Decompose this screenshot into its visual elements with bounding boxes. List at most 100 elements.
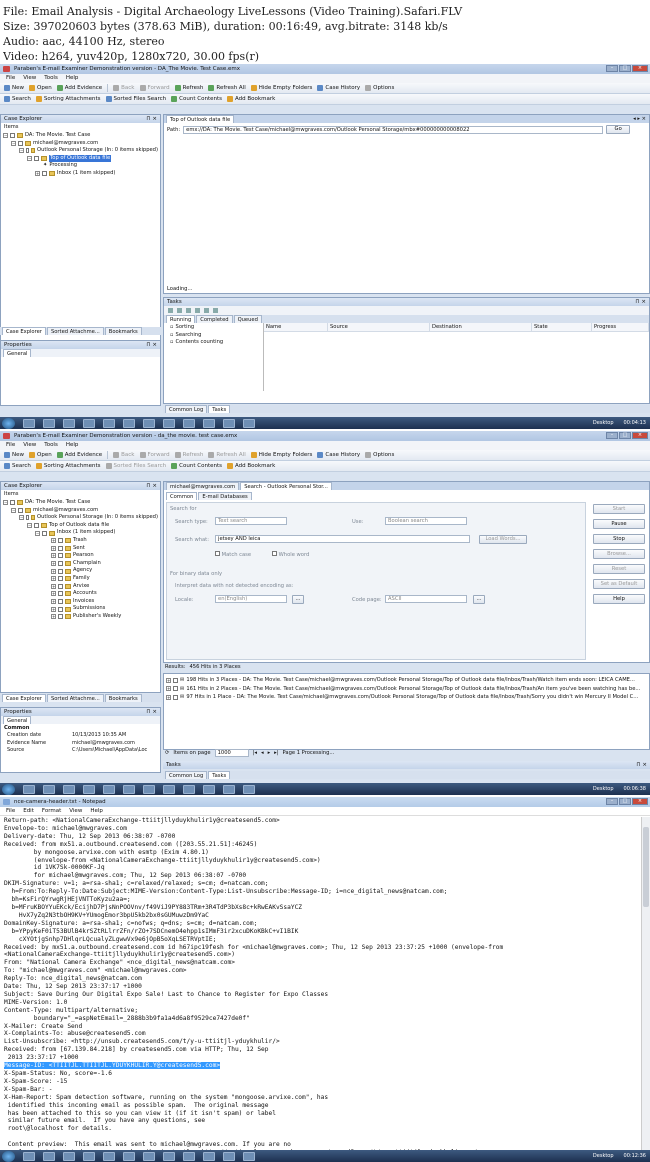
tree-node-inbox[interactable]: + Inbox (1 item skipped) [3,170,158,178]
locale-browse-button[interactable]: ... [292,595,304,604]
minimize-button[interactable]: – [606,65,618,72]
add-bookmark-button[interactable]: Add Bookmark [227,463,275,469]
open-button[interactable]: Open [29,452,52,458]
back-button[interactable]: Back [113,85,135,91]
forward-button[interactable]: Forward [139,452,170,458]
tab-common-log[interactable]: Common Log [165,405,208,413]
tab-bookmarks[interactable]: Bookmarks [104,694,142,702]
browse-button[interactable]: Browse... [593,549,645,559]
search-what-input[interactable]: jetsey AND leica [215,535,470,543]
pause-button[interactable]: Pause [593,519,645,529]
next-page-icon[interactable]: ▸ [268,750,271,756]
tab-sorted-attachments[interactable]: Sorted Attachme... [46,327,104,335]
search-button[interactable]: Search [4,463,31,469]
load-words-button[interactable]: Load Words... [479,535,527,544]
result-row[interactable]: + ✉ 198 Hits in 3 Places - DA: The Movie. … [166,676,647,685]
forward-button[interactable]: Forward [139,85,170,91]
close-button[interactable]: × [632,798,648,805]
add-evidence-button[interactable]: Add Evidence [56,452,102,458]
tab-email-databases[interactable]: E-mail Databases [198,492,252,500]
maximize-button[interactable]: □ [619,65,631,72]
menu-help[interactable]: Help [90,807,103,815]
sorted-files-search-button[interactable]: Sorted Files Search [105,463,166,469]
tab-account[interactable]: michael@mwgraves.com [166,482,240,490]
back-button[interactable]: Back [113,452,135,458]
options-button[interactable]: Options [365,85,394,91]
search-type-select[interactable]: Text search [215,517,287,525]
notepad-text-area[interactable]: Return-path: <NationalCameraExchange-tti… [0,817,640,1150]
options-button[interactable]: Options [365,452,394,458]
task-sorting[interactable]: ▫ Sorting [166,324,261,332]
menu-view[interactable]: View [23,74,36,83]
codepage-browse-button[interactable]: ... [473,595,485,604]
tree-node-pst[interactable]: − Outlook Personal Storage (In: 0 items s… [3,147,158,155]
path-input[interactable]: emx://DA: The Movie. Test Case/michael@m… [183,125,604,134]
refresh-all-button[interactable]: Refresh All [208,85,246,91]
last-page-icon[interactable]: ▸| [274,750,278,756]
reset-button[interactable]: Reset [593,564,645,574]
tab-case-explorer[interactable]: Case Explorer [2,327,46,335]
tab-general[interactable]: General [3,349,32,357]
menu-file[interactable]: File [6,807,15,815]
tab-queued[interactable]: Queued [233,315,262,323]
tree-node[interactable]: + Invoices [3,598,158,606]
whole-word-checkbox[interactable]: Whole word [272,551,309,558]
case-history-button[interactable]: Case History [317,85,360,91]
tree-node[interactable]: − Top of Outlook data file [3,522,158,530]
new-button[interactable]: New [4,85,24,91]
tab-search[interactable]: Search - Outlook Personal Stor... [240,482,332,490]
locale-select[interactable]: en(English) [215,595,287,603]
close-button[interactable]: × [632,432,648,439]
menu-help[interactable]: Help [66,74,79,83]
tree-node[interactable]: + Accounts [3,590,158,598]
tree-node[interactable]: − michael@mwgraves.com [3,507,158,515]
menu-format[interactable]: Format [42,807,61,815]
tree-node[interactable]: − DA: The Movie. Test Case [3,499,158,507]
refresh-button[interactable]: Refresh [174,452,203,458]
hide-empty-folders-button[interactable]: Hide Empty Folders [250,85,312,91]
start-button[interactable] [2,783,15,795]
result-row[interactable]: + ✉ 161 Hits in 2 Places - DA: The Movie. … [166,685,647,694]
maximize-button[interactable]: □ [619,798,631,805]
menu-file[interactable]: File [6,74,15,83]
menu-view[interactable]: View [23,441,36,450]
add-evidence-button[interactable]: Add Evidence [56,85,102,91]
sorting-attachments-button[interactable]: Sorting Attachments [35,463,101,469]
help-button[interactable]: Help [593,594,645,604]
count-contents-button[interactable]: Count Contents [171,463,222,469]
items-on-page-input[interactable]: 1000 [214,749,249,757]
match-case-checkbox[interactable]: Match case [215,551,251,558]
tree-node-processing[interactable]: ✦ Processing [3,162,158,170]
tree-node[interactable]: + Publisher's Weekly [3,613,158,621]
tree-node[interactable]: + Sent [3,545,158,553]
tree-node[interactable]: + Pearson [3,552,158,560]
new-button[interactable]: New [4,452,24,458]
use-select[interactable]: Boolean search [385,517,467,525]
tree-node[interactable]: − Outlook Personal Storage (In: 0 items s… [3,514,158,522]
task-searching[interactable]: ▫ Searching [166,332,261,340]
tree-node[interactable]: + Trash [3,537,158,545]
set-default-button[interactable]: Set as Default [593,579,645,589]
tree-node[interactable]: + Submissions [3,605,158,613]
vertical-scrollbar[interactable] [641,817,650,1150]
open-button[interactable]: Open [29,85,52,91]
tab-common[interactable]: Common [166,492,198,500]
hide-empty-folders-button[interactable]: Hide Empty Folders [250,452,312,458]
tab-common-log[interactable]: Common Log [165,771,208,779]
tree-node[interactable]: + Arvixe [3,583,158,591]
tab-running[interactable]: Running [166,315,196,323]
count-contents-button[interactable]: Count Contents [171,96,222,102]
start-button[interactable] [2,1150,15,1162]
minimize-button[interactable]: – [606,432,618,439]
tab-case-explorer[interactable]: Case Explorer [2,694,46,702]
tab-general[interactable]: General [3,716,32,724]
refresh-button[interactable]: Refresh [174,85,203,91]
minimize-button[interactable]: – [606,798,618,805]
menu-tools[interactable]: Tools [44,441,58,450]
tab-top-of-outlook[interactable]: Top of Outlook data file [166,115,235,123]
start-button[interactable] [2,417,15,429]
tree-node[interactable]: + Family [3,575,158,583]
tab-tasks[interactable]: Tasks [208,771,231,779]
menu-help[interactable]: Help [66,441,79,450]
stop-button[interactable]: Stop [593,534,645,544]
